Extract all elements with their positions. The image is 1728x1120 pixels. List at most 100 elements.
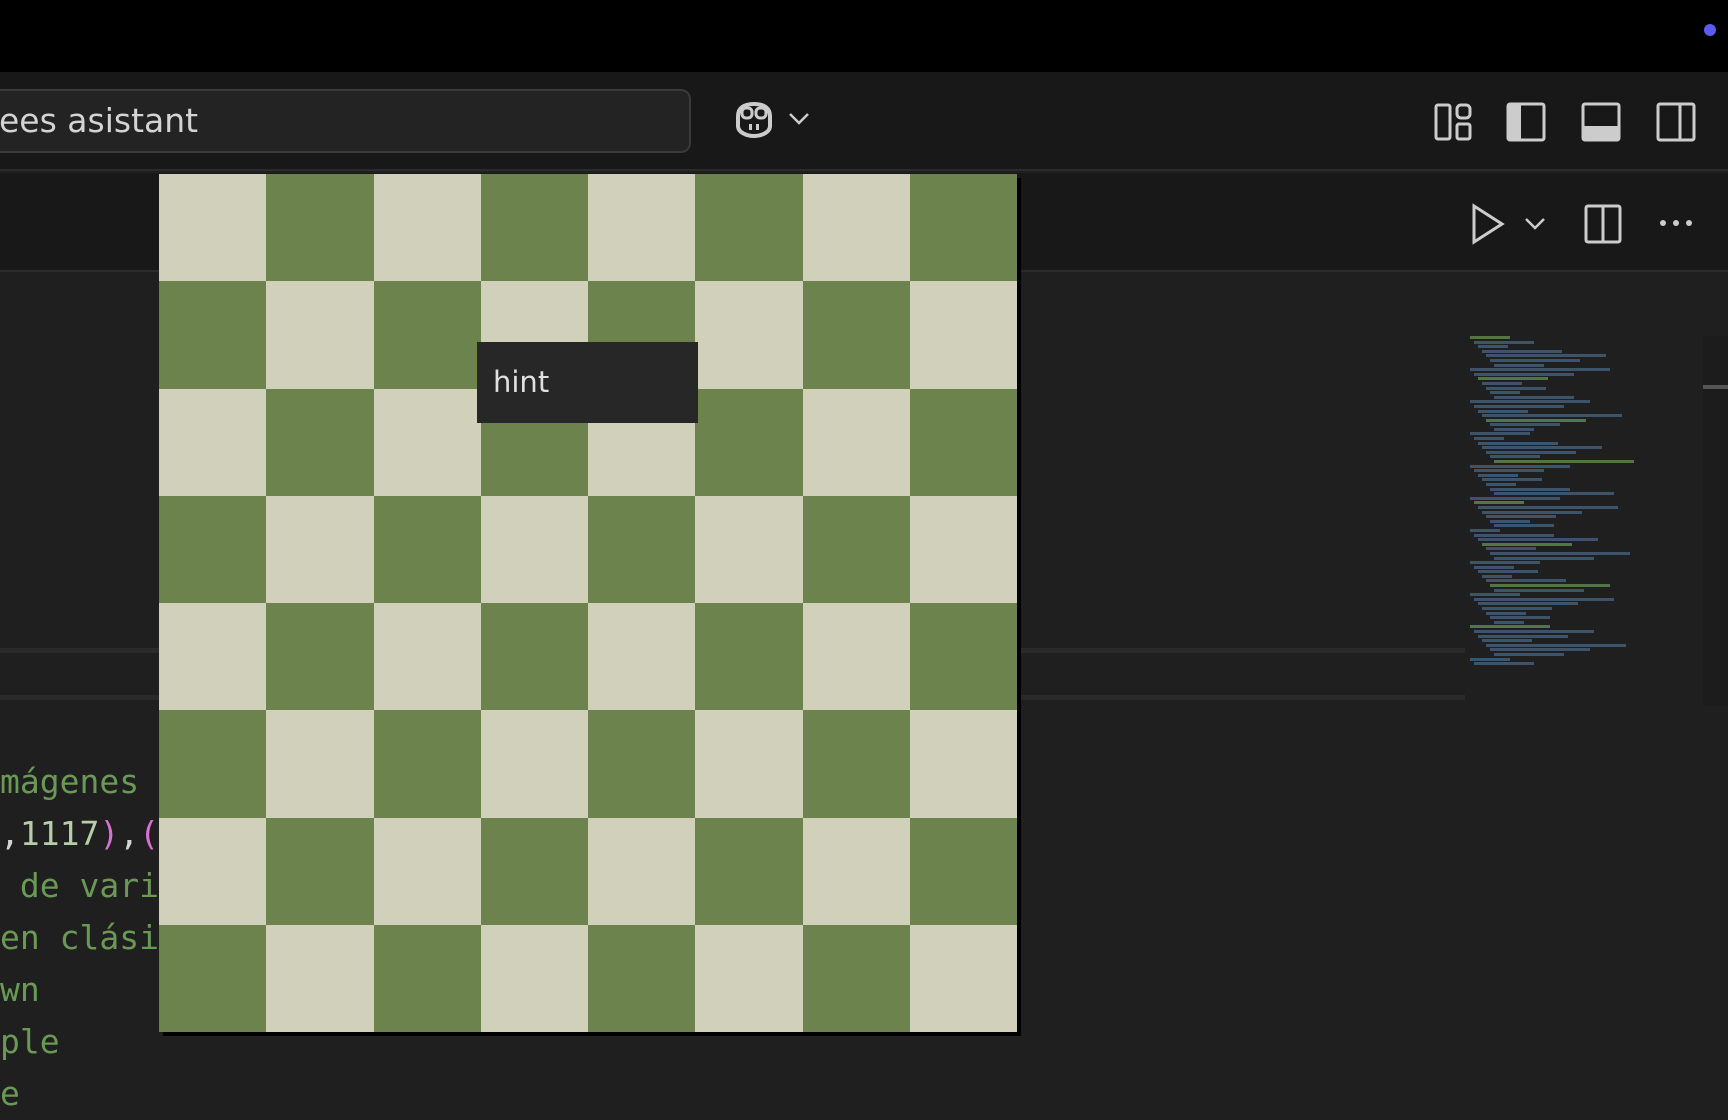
board-square bbox=[695, 495, 803, 603]
board-square bbox=[266, 710, 374, 818]
board-square bbox=[266, 924, 374, 1032]
board-square bbox=[373, 174, 481, 282]
minimap-line bbox=[1494, 492, 1614, 496]
minimap-line bbox=[1486, 450, 1576, 454]
search-text: ees asistant bbox=[0, 101, 199, 140]
minimap-line bbox=[1478, 473, 1518, 477]
minimap-line bbox=[1494, 395, 1574, 399]
board-square bbox=[802, 603, 910, 711]
minimap-line bbox=[1482, 510, 1582, 514]
code-editor[interactable]: mágenes ,1117),( de vari en clási wn ple e bbox=[0, 756, 159, 1120]
board-square bbox=[695, 281, 803, 389]
minimap-line bbox=[1494, 620, 1524, 624]
minimap-line bbox=[1486, 515, 1556, 519]
customize-layout-icon[interactable] bbox=[1433, 102, 1473, 142]
board-square bbox=[695, 817, 803, 925]
minimap-line bbox=[1478, 441, 1558, 445]
minimap-line bbox=[1486, 643, 1626, 647]
board-square bbox=[588, 924, 696, 1032]
board-square bbox=[266, 495, 374, 603]
board-square bbox=[159, 174, 267, 282]
board-square bbox=[588, 710, 696, 818]
minimap-line bbox=[1470, 368, 1610, 372]
board-square bbox=[802, 388, 910, 496]
board-square bbox=[695, 388, 803, 496]
board-square bbox=[802, 174, 910, 282]
notification-dot bbox=[1704, 24, 1716, 36]
minimap-line bbox=[1490, 423, 1560, 427]
minimap-line bbox=[1470, 496, 1560, 500]
minimap[interactable] bbox=[1470, 336, 1692, 706]
minimap-line bbox=[1490, 358, 1580, 362]
more-actions-icon[interactable] bbox=[1658, 218, 1694, 228]
run-options-chevron-icon[interactable] bbox=[1524, 217, 1546, 231]
board-square bbox=[909, 495, 1017, 603]
code-line: de vari bbox=[0, 860, 159, 912]
minimap-line bbox=[1494, 460, 1634, 464]
minimap-line bbox=[1474, 340, 1534, 344]
minimap-line bbox=[1470, 464, 1570, 468]
minimap-line bbox=[1474, 533, 1554, 537]
checkerboard-preview-image bbox=[159, 174, 1017, 1032]
board-square bbox=[159, 817, 267, 925]
board-square bbox=[909, 388, 1017, 496]
code-line: wn bbox=[0, 964, 159, 1016]
minimap-line bbox=[1486, 611, 1526, 615]
code-token: ( bbox=[139, 814, 159, 853]
minimap-line bbox=[1482, 542, 1572, 546]
board-square bbox=[909, 924, 1017, 1032]
minimap-line bbox=[1474, 469, 1544, 473]
minimap-line bbox=[1474, 437, 1504, 441]
split-editor-icon[interactable] bbox=[1584, 204, 1622, 244]
code-token: 1117 bbox=[19, 814, 100, 853]
board-square bbox=[802, 710, 910, 818]
chevron-down-icon[interactable] bbox=[788, 112, 810, 126]
toggle-panel-icon[interactable] bbox=[1581, 102, 1621, 142]
minimap-line bbox=[1478, 602, 1578, 606]
toggle-primary-sidebar-icon[interactable] bbox=[1506, 102, 1546, 142]
board-square bbox=[480, 817, 588, 925]
minimap-line bbox=[1486, 547, 1536, 551]
copilot-icon[interactable] bbox=[730, 96, 778, 144]
vertical-scrollbar[interactable] bbox=[1703, 336, 1728, 706]
minimap-line bbox=[1490, 648, 1590, 652]
minimap-line bbox=[1494, 588, 1584, 592]
board-square bbox=[373, 817, 481, 925]
board-square bbox=[588, 174, 696, 282]
board-square bbox=[266, 174, 374, 282]
minimap-line bbox=[1474, 662, 1534, 666]
command-center-search[interactable]: ees asistant bbox=[0, 89, 691, 153]
board-square bbox=[373, 710, 481, 818]
minimap-line bbox=[1478, 505, 1618, 509]
board-square bbox=[802, 817, 910, 925]
minimap-line bbox=[1486, 386, 1546, 390]
minimap-line bbox=[1486, 354, 1606, 358]
board-square bbox=[373, 281, 481, 389]
board-square bbox=[695, 603, 803, 711]
minimap-line bbox=[1478, 409, 1528, 413]
minimap-line bbox=[1494, 524, 1554, 528]
minimap-line bbox=[1474, 372, 1574, 376]
code-token: e bbox=[0, 1074, 20, 1113]
board-square bbox=[480, 924, 588, 1032]
minimap-line bbox=[1482, 381, 1522, 385]
minimap-line bbox=[1494, 556, 1594, 560]
scrollbar-thumb[interactable] bbox=[1703, 385, 1728, 389]
board-square bbox=[802, 924, 910, 1032]
minimap-line bbox=[1482, 607, 1552, 611]
toggle-secondary-sidebar-icon[interactable] bbox=[1656, 102, 1696, 142]
board-square bbox=[373, 495, 481, 603]
board-square bbox=[373, 388, 481, 496]
minimap-line bbox=[1490, 616, 1550, 620]
minimap-line bbox=[1490, 584, 1610, 588]
board-square bbox=[695, 924, 803, 1032]
board-square bbox=[909, 817, 1017, 925]
minimap-line bbox=[1490, 551, 1630, 555]
code-token: de vari bbox=[0, 866, 159, 905]
hint-tooltip: hint bbox=[477, 342, 698, 423]
minimap-line bbox=[1486, 418, 1586, 422]
board-square bbox=[159, 388, 267, 496]
run-icon[interactable] bbox=[1471, 203, 1505, 245]
board-square bbox=[159, 281, 267, 389]
minimap-line bbox=[1478, 570, 1538, 574]
